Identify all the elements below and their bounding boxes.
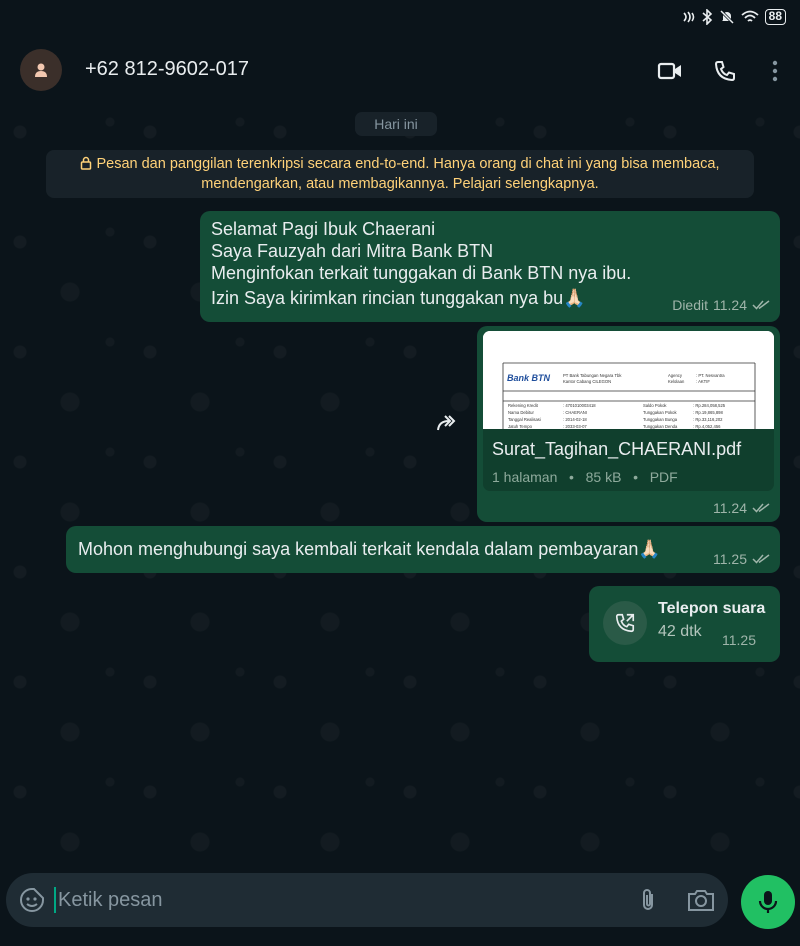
bank-logo-text: Bank BTN [507, 373, 551, 383]
date-chip: Hari ini [355, 112, 437, 136]
lock-icon [81, 156, 92, 170]
doc-cell: Nama Debitur [508, 410, 534, 415]
separator-dot: • [625, 469, 646, 485]
doc-cell: : CHAERANI [563, 410, 587, 415]
call-duration: 42 dtk [658, 623, 702, 640]
attach-button[interactable] [634, 886, 662, 914]
message-bubble[interactable]: Selamat Pagi Ibuk Chaerani Saya Fauzyah … [200, 211, 780, 322]
message-time: 11.25 [722, 632, 756, 648]
phone-icon [714, 61, 735, 82]
video-call-button[interactable] [655, 56, 685, 86]
message-text: Mohon menghubungi saya kembali terkait k… [78, 539, 661, 559]
doc-cell: Saldo Pokok [643, 403, 667, 408]
video-camera-icon [657, 62, 681, 80]
doc-cell: Tunggakan Pokok [643, 410, 678, 415]
double-check-icon [752, 300, 770, 310]
chat-header: +62 812-9602-017 [0, 36, 800, 102]
sticker-smiley-icon [20, 888, 44, 912]
document-size: 85 kB [585, 469, 622, 485]
more-options-button[interactable] [760, 56, 790, 86]
agency-value: : PT. Nesvantra [696, 373, 725, 378]
doc-cell: : 4701010003418 [563, 403, 596, 408]
message-meta: Diedit 11.24 [672, 294, 770, 316]
paperclip-icon [643, 889, 653, 910]
forward-icon [437, 415, 456, 431]
bank-name-text: PT Bank Tabungan Negara Tbk [563, 373, 622, 378]
double-check-icon [752, 554, 770, 564]
bluetooth-icon [702, 9, 712, 25]
call-icon-circle [603, 601, 647, 645]
document-pages: 1 halaman [492, 469, 558, 485]
mute-bell-icon [719, 9, 734, 25]
message-time: 11.24 [713, 297, 747, 313]
message-input[interactable] [58, 885, 618, 915]
camera-icon [688, 890, 714, 911]
encryption-notice-text: Pesan dan panggilan terenkripsi secara e… [96, 156, 720, 192]
voice-call-button[interactable] [710, 56, 740, 86]
outgoing-call-icon [615, 613, 635, 633]
nfc-icon [683, 11, 694, 23]
wifi-icon [741, 10, 759, 22]
document-preview[interactable]: Bank BTN PT Bank Tabungan Negara Tbk Kan… [483, 331, 774, 429]
message-meta: 11.24 [713, 500, 770, 516]
voice-record-button[interactable] [741, 875, 795, 929]
doc-cell: Tunggakan Bunga [643, 417, 678, 422]
battery-indicator: 88 [764, 9, 786, 25]
voice-call-message[interactable]: Telepon suara 42 dtk 11.25 [589, 586, 780, 662]
contact-name[interactable]: +62 812-9602-017 [85, 58, 249, 81]
camera-button[interactable] [686, 886, 716, 914]
doc-cell: : 2014-02-18 [563, 417, 587, 422]
doc-cell: : Rp.33,116,202 [693, 417, 723, 422]
pdf-preview-image: Bank BTN PT Bank Tabungan Negara Tbk Kan… [483, 331, 774, 429]
kelolaan-label: Kelolaan [668, 379, 685, 384]
double-check-icon [752, 503, 770, 513]
separator-dot: • [561, 469, 582, 485]
doc-cell: Tanggal Realisasi [508, 417, 541, 422]
call-title: Telepon suara [658, 600, 766, 617]
message-line: Saya Fauzyah dari Mitra Bank BTN [211, 241, 494, 261]
branch-text: Kantor Cabang CILEGON [563, 379, 611, 384]
message-composer [6, 873, 728, 927]
avatar[interactable] [20, 49, 62, 91]
forward-button[interactable] [436, 412, 462, 434]
message-line: Menginfokan terkait tunggakan di Bank BT… [211, 263, 632, 283]
document-message[interactable]: Bank BTN PT Bank Tabungan Negara Tbk Kan… [477, 326, 780, 522]
doc-cell: : Rp.284,058,525 [693, 403, 726, 408]
person-icon [35, 63, 47, 77]
document-filename: Surat_Tagihan_CHAERANI.pdf [492, 439, 742, 459]
agency-label: Agency [668, 373, 683, 378]
text-cursor [54, 887, 56, 913]
message-time: 11.25 [713, 551, 747, 567]
message-bubble[interactable]: Mohon menghubungi saya kembali terkait k… [66, 526, 780, 573]
document-type: PDF [649, 469, 678, 485]
doc-cell: : Rp.19,865,898 [693, 410, 723, 415]
status-bar: 88 [0, 0, 800, 36]
message-time: 11.24 [713, 500, 747, 516]
message-meta: 11.25 [713, 551, 770, 567]
doc-cell: Rekening Kredit [508, 403, 539, 408]
microphone-icon [758, 891, 778, 913]
encryption-notice[interactable]: Pesan dan panggilan terenkripsi secara e… [46, 150, 754, 198]
status-icons: 88 [681, 9, 786, 25]
message-line: Selamat Pagi Ibuk Chaerani [211, 219, 436, 239]
emoji-button[interactable] [18, 886, 46, 914]
document-info[interactable]: Surat_Tagihan_CHAERANI.pdf 1 halaman • 8… [483, 429, 774, 491]
kelolaan-value: : AKTIF [696, 379, 710, 384]
edited-label: Diedit [672, 297, 708, 313]
more-vertical-icon [772, 60, 778, 82]
document-details: 1 halaman • 85 kB • PDF [492, 469, 678, 485]
